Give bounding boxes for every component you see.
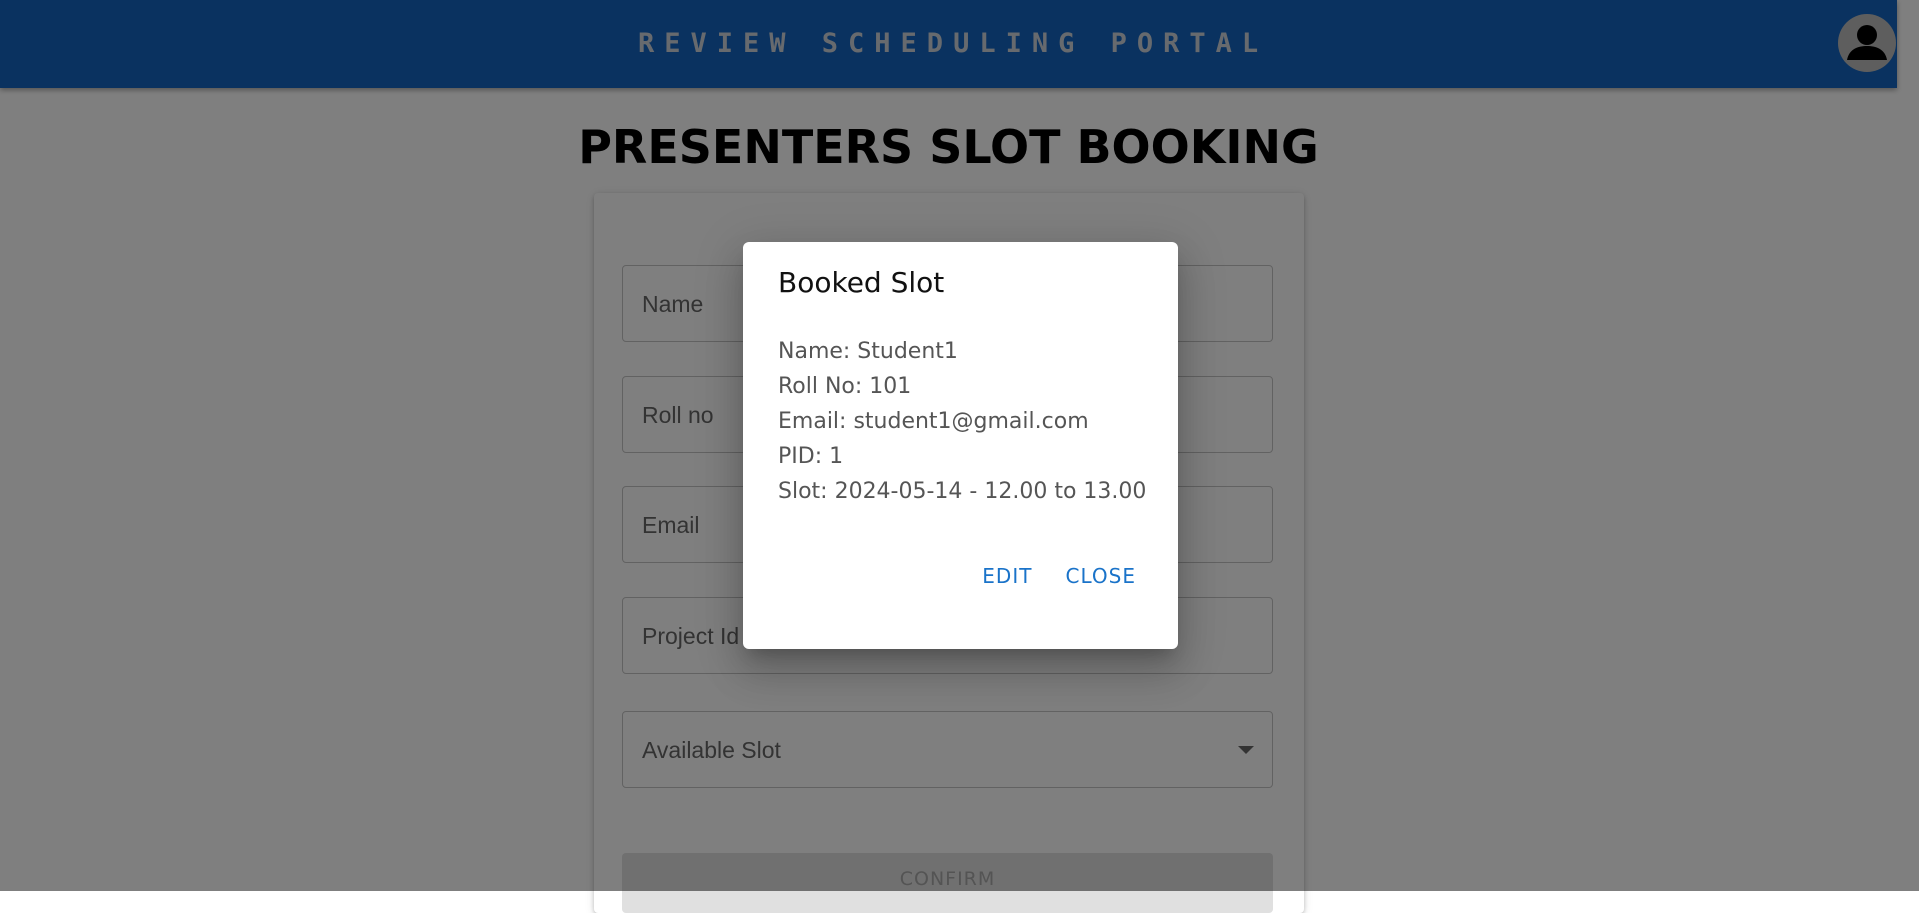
booked-slot-dialog: Booked Slot Name: Student1 Roll No: 101 … <box>743 242 1178 649</box>
detail-email: Email: student1@gmail.com <box>778 409 1089 434</box>
close-button[interactable]: CLOSE <box>1066 564 1136 588</box>
detail-roll-no: Roll No: 101 <box>778 374 912 399</box>
detail-pid: PID: 1 <box>778 444 844 469</box>
detail-slot: Slot: 2024-05-14 - 12.00 to 13.00 <box>778 479 1147 504</box>
dialog-title: Booked Slot <box>778 266 945 299</box>
detail-name: Name: Student1 <box>778 339 958 364</box>
edit-button[interactable]: EDIT <box>982 564 1032 588</box>
dialog-details: Name: Student1 Roll No: 101 Email: stude… <box>778 334 1146 509</box>
dialog-actions: EDIT CLOSE <box>954 564 1136 588</box>
